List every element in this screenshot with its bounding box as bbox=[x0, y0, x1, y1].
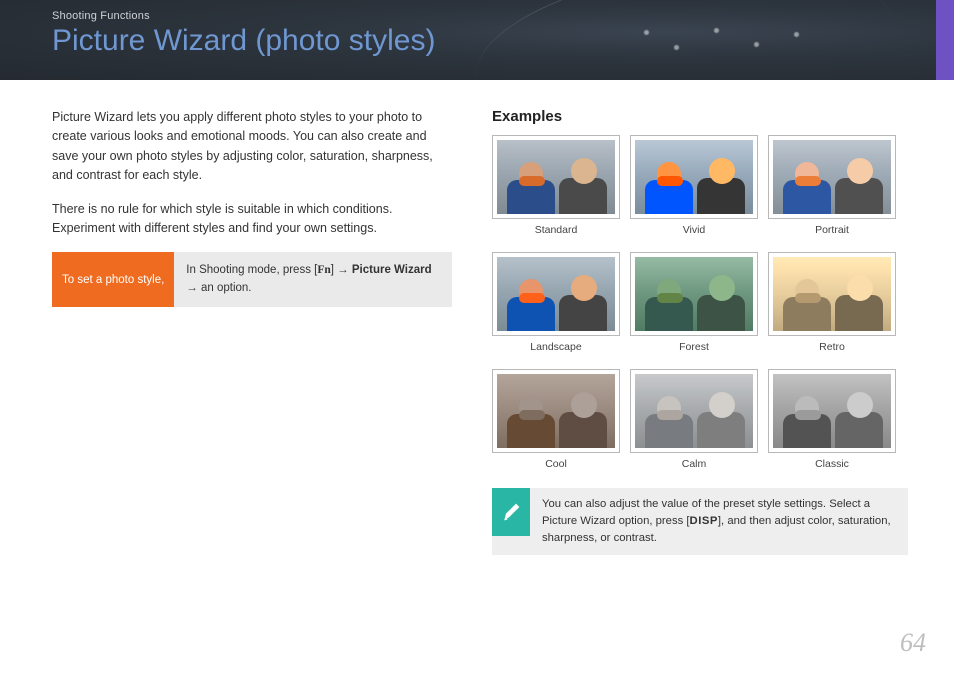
page-title: Picture Wizard (photo styles) bbox=[52, 24, 954, 58]
fn-key-label: Fn bbox=[317, 264, 330, 276]
page-header: Shooting Functions Picture Wizard (photo… bbox=[0, 0, 954, 80]
example-cell-retro: Retro bbox=[768, 252, 896, 363]
example-thumbnail-calm bbox=[630, 369, 758, 453]
examples-heading: Examples bbox=[492, 108, 908, 125]
example-cell-vivid: Vivid bbox=[630, 135, 758, 246]
example-thumbnail-standard bbox=[492, 135, 620, 219]
example-thumbnail-vivid bbox=[630, 135, 758, 219]
intro-paragraph-1: Picture Wizard lets you apply different … bbox=[52, 108, 452, 186]
example-caption: Forest bbox=[630, 341, 758, 353]
page-number: 64 bbox=[900, 628, 926, 658]
tip-note: You can also adjust the value of the pre… bbox=[492, 488, 908, 555]
right-column: Examples Standard Vivid Portrait Landscape F… bbox=[492, 108, 908, 555]
example-thumbnail-retro bbox=[768, 252, 896, 336]
example-cell-standard: Standard bbox=[492, 135, 620, 246]
section-label: Shooting Functions bbox=[52, 10, 954, 22]
example-thumbnail-landscape bbox=[492, 252, 620, 336]
pen-icon bbox=[492, 488, 530, 536]
example-caption: Vivid bbox=[630, 224, 758, 236]
disp-key-label: DISP bbox=[690, 515, 718, 527]
instruction-box: To set a photo style, In Shooting mode, … bbox=[52, 252, 452, 307]
example-caption: Landscape bbox=[492, 341, 620, 353]
example-caption: Calm bbox=[630, 458, 758, 470]
example-caption: Retro bbox=[768, 341, 896, 353]
instruction-body: In Shooting mode, press [Fn] → Picture W… bbox=[174, 252, 452, 307]
instruction-arrow-2: → an option. bbox=[186, 282, 251, 294]
example-thumbnail-classic bbox=[768, 369, 896, 453]
example-thumbnail-forest bbox=[630, 252, 758, 336]
example-caption: Classic bbox=[768, 458, 896, 470]
example-cell-calm: Calm bbox=[630, 369, 758, 480]
example-thumbnail-cool bbox=[492, 369, 620, 453]
example-cell-cool: Cool bbox=[492, 369, 620, 480]
example-cell-landscape: Landscape bbox=[492, 252, 620, 363]
instruction-label: To set a photo style, bbox=[52, 252, 174, 307]
section-tab-indicator bbox=[936, 0, 954, 80]
example-thumbnail-portrait bbox=[768, 135, 896, 219]
instruction-text-pre: In Shooting mode, press [ bbox=[186, 264, 317, 276]
example-cell-portrait: Portrait bbox=[768, 135, 896, 246]
example-caption: Cool bbox=[492, 458, 620, 470]
example-caption: Standard bbox=[492, 224, 620, 236]
examples-grid: Standard Vivid Portrait Landscape Forest Retr… bbox=[492, 135, 908, 480]
example-caption: Portrait bbox=[768, 224, 896, 236]
example-cell-classic: Classic bbox=[768, 369, 896, 480]
example-cell-forest: Forest bbox=[630, 252, 758, 363]
intro-paragraph-2: There is no rule for which style is suit… bbox=[52, 200, 452, 239]
tip-text: You can also adjust the value of the pre… bbox=[530, 488, 908, 555]
instruction-arrow-1: ] → bbox=[331, 264, 352, 276]
left-column: Picture Wizard lets you apply different … bbox=[52, 108, 452, 555]
instruction-step: Picture Wizard bbox=[352, 264, 432, 276]
